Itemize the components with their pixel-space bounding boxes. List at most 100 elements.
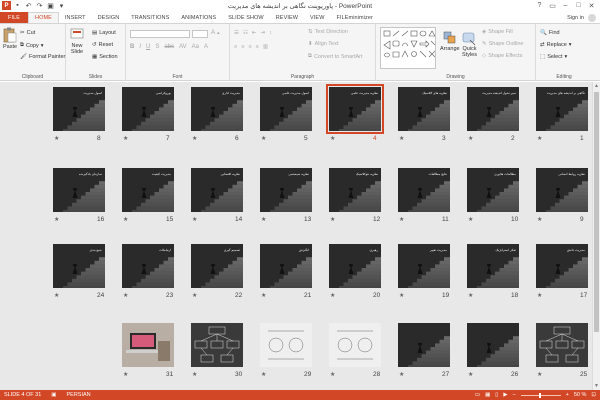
shape-outline-button[interactable]: ✎ Shape Outline [482,41,523,47]
transition-icon[interactable]: ★ [537,135,542,142]
maximize-button[interactable]: □ [572,0,585,11]
tab-slide-show[interactable]: SLIDE SHOW [222,12,270,23]
scroll-up-icon[interactable]: ▲ [594,83,599,89]
transition-icon[interactable]: ★ [54,216,59,223]
transition-icon[interactable]: ★ [330,135,335,142]
slide-thumbnail[interactable]: نظریه نئوکلاسیک [329,168,381,212]
bold-icon[interactable]: B [130,44,134,50]
slide-thumbnail[interactable]: جمع بندی [53,244,105,288]
scroll-thumb[interactable] [594,92,599,332]
scroll-down-icon[interactable]: ▼ [594,383,599,389]
slide-thumbnail[interactable] [329,323,381,367]
minimize-button[interactable]: – [559,0,572,11]
slide-thumbnail[interactable]: تصمیم گیری [191,244,243,288]
transition-icon[interactable]: ★ [330,371,335,378]
slide-thumbnail[interactable]: نظریه روابط انسانی [536,168,588,212]
line-spacing-icon[interactable]: ↕ [269,30,272,36]
align-center-icon[interactable]: ≡ [241,44,244,50]
italic-icon[interactable]: I [139,44,141,50]
transition-icon[interactable]: ★ [468,292,473,299]
replace-button[interactable]: ⇄ Replace ▾ [540,42,572,48]
close-button[interactable]: ✕ [585,0,598,11]
grow-font-icon[interactable]: A ▴ [211,30,220,36]
ribbon-display-icon[interactable]: ▭ [546,0,559,11]
transition-icon[interactable]: ★ [261,216,266,223]
transition-icon[interactable]: ★ [192,292,197,299]
transition-icon[interactable]: ★ [123,371,128,378]
slide-thumbnail[interactable]: مدیریت دانش [536,244,588,288]
paste-button[interactable]: Paste [3,27,17,50]
transition-icon[interactable]: ★ [261,135,266,142]
tab-insert[interactable]: INSERT [59,12,92,23]
align-right-icon[interactable]: ≡ [248,44,251,50]
slide-thumbnail[interactable] [536,323,588,367]
transition-icon[interactable]: ★ [330,216,335,223]
proofing-icon[interactable]: ▣ [51,392,56,398]
transition-icon[interactable]: ★ [54,135,59,142]
transition-icon[interactable]: ★ [123,216,128,223]
tab-fileminimizer[interactable]: FILEminimizer [331,12,379,23]
section-button[interactable]: ▦ Section [92,54,118,60]
transition-icon[interactable]: ★ [537,292,542,299]
slide-thumbnail[interactable]: نظریه سیستمی [260,168,312,212]
tab-transitions[interactable]: TRANSITIONS [125,12,175,23]
avatar[interactable] [588,14,596,22]
columns-icon[interactable]: ▥ [263,44,268,50]
bullets-icon[interactable]: ☰ [234,30,239,36]
transition-icon[interactable]: ★ [468,371,473,378]
char-spacing-icon[interactable]: AV [179,44,187,50]
slide-thumbnail[interactable]: سیر تحول اندیشه مدیریت [467,87,519,131]
slide-thumbnail[interactable]: مدیریت اداری [191,87,243,131]
zoom-in-icon[interactable]: + [566,392,569,398]
fit-to-window-icon[interactable]: ⊡ [591,392,596,398]
transition-icon[interactable]: ★ [192,371,197,378]
transition-icon[interactable]: ★ [54,292,59,299]
transition-icon[interactable]: ★ [123,292,128,299]
increase-indent-icon[interactable]: ⇥ [260,30,265,36]
sign-in-link[interactable]: Sign in [567,15,584,21]
transition-icon[interactable]: ★ [123,135,128,142]
tab-file[interactable]: FILE [0,12,29,23]
copy-button[interactable]: ⧉ Copy ▾ [20,42,44,49]
help-icon[interactable]: ? [533,0,546,11]
font-name-field[interactable] [130,30,190,38]
slide-thumbnail[interactable]: اصول مدیریت علمی [260,87,312,131]
slide-thumbnail[interactable]: نظریه اقتضایی [191,168,243,212]
slideshow-view-icon[interactable]: ▶ [503,392,507,398]
slide-thumbnail[interactable]: تفکر استراتژیک [467,244,519,288]
arrange-button[interactable]: Arrange [440,30,460,52]
format-painter-button[interactable]: 🖌 Format Painter [20,54,65,60]
slide-thumbnail[interactable] [467,323,519,367]
cut-button[interactable]: ✂ Cut [20,30,35,36]
slide-thumbnail[interactable] [398,323,450,367]
slide-thumbnail[interactable]: ارتباطات [122,244,174,288]
zoom-slider-thumb[interactable] [538,392,541,398]
transition-icon[interactable]: ★ [399,135,404,142]
slide-thumbnail[interactable] [122,323,174,367]
reading-view-icon[interactable]: ▯ [495,392,498,398]
justify-icon[interactable]: ≡ [256,44,259,50]
zoom-level[interactable]: 50 % [574,392,587,398]
text-direction-button[interactable]: ⇅ Text Direction [308,29,348,35]
transition-icon[interactable]: ★ [468,135,473,142]
transition-icon[interactable]: ★ [261,371,266,378]
align-left-icon[interactable]: ≡ [234,44,237,50]
transition-icon[interactable]: ★ [399,216,404,223]
slide-sorter-view-icon[interactable]: ▦ [485,392,490,398]
slide-thumbnail[interactable]: اصول مدیریت [53,87,105,131]
tab-design[interactable]: DESIGN [92,12,126,23]
slide-thumbnail[interactable]: مدیریت تغییر [398,244,450,288]
align-text-button[interactable]: ⬍ Align Text [308,41,338,47]
slide-thumbnail[interactable] [191,323,243,367]
transition-icon[interactable]: ★ [537,216,542,223]
transition-icon[interactable]: ★ [399,371,404,378]
slide-thumbnail[interactable]: نتایج مطالعات [398,168,450,212]
new-slide-button[interactable]: New Slide [70,27,84,55]
reset-button[interactable]: ↺ Reset [92,42,113,48]
find-button[interactable]: 🔍 Find [540,30,560,36]
zoom-out-icon[interactable]: – [513,392,516,398]
transition-icon[interactable]: ★ [537,371,542,378]
layout-button[interactable]: ▤ Layout [92,30,116,36]
slide-thumbnail[interactable] [260,323,312,367]
vertical-scrollbar[interactable]: ▲ ▼ [592,82,600,390]
